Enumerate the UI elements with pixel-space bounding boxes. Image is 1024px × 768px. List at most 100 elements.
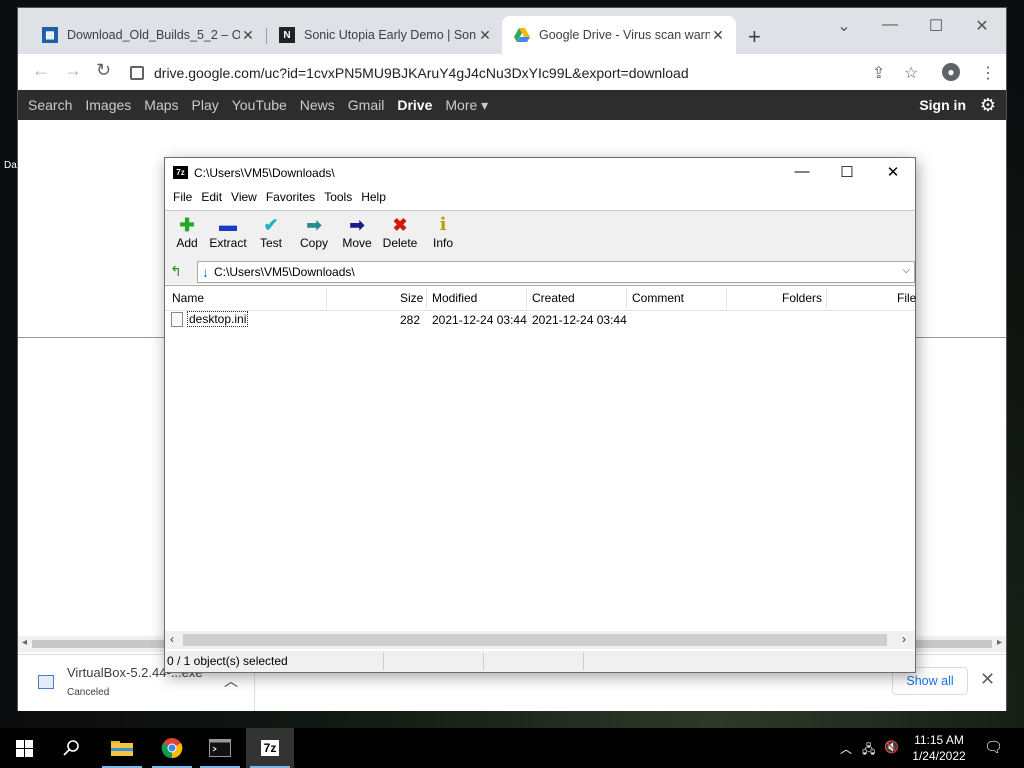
test-icon: ✔: [263, 215, 279, 235]
close-tab-icon[interactable]: ✕: [477, 27, 493, 44]
button-label: Delete: [382, 236, 418, 250]
dropdown-chevron-icon[interactable]: ⌵: [902, 265, 910, 276]
7zip-titlebar[interactable]: 7z C:\Users\VM5\Downloads\ — ☐ ✕: [165, 158, 915, 188]
notifications-icon[interactable]: 🗨: [984, 738, 1003, 756]
chevron-up-icon[interactable]: ︿: [224, 671, 238, 691]
reload-icon[interactable]: ↻: [96, 60, 111, 81]
installer-file-icon: [38, 675, 54, 689]
col-folders[interactable]: Folders: [782, 291, 822, 305]
bookmark-star-icon[interactable]: ☆: [904, 63, 918, 83]
col-name[interactable]: Name: [172, 291, 204, 305]
address-bar[interactable]: drive.google.com/uc?id=1cvxPN5MU9BJKAruY…: [130, 60, 975, 86]
col-files[interactable]: File: [897, 291, 916, 305]
delete-icon: ✖: [392, 215, 408, 235]
terminal-button[interactable]: [196, 728, 244, 768]
scroll-right-icon[interactable]: ▸: [997, 637, 1002, 648]
menu-favorites[interactable]: Favorites: [266, 188, 315, 208]
scrollbar-thumb[interactable]: [183, 634, 887, 646]
gbar-link-more[interactable]: More ▾: [445, 97, 488, 114]
scroll-right-icon[interactable]: ›: [902, 632, 906, 646]
file-explorer-button[interactable]: [98, 728, 146, 768]
button-label: Extract: [209, 236, 247, 250]
lock-icon[interactable]: [130, 66, 144, 80]
move-button[interactable]: ➡ Move: [335, 214, 379, 250]
start-button[interactable]: [0, 728, 48, 768]
7zip-taskbar-button[interactable]: 7z: [246, 728, 294, 768]
address-row: ↰ ↓ C:\Users\VM5\Downloads\ ⌵: [165, 259, 915, 284]
network-icon[interactable]: 🖧: [862, 740, 875, 761]
gbar-link-search[interactable]: Search: [28, 97, 72, 113]
col-created[interactable]: Created: [532, 291, 575, 305]
chrome-icon: [161, 738, 183, 759]
minimize-icon[interactable]: —: [876, 16, 904, 34]
minimize-icon[interactable]: —: [787, 163, 817, 180]
close-window-icon[interactable]: ✕: [968, 16, 996, 36]
col-comment[interactable]: Comment: [632, 291, 684, 305]
button-label: Info: [432, 236, 453, 250]
7zip-toolbar: ✚ Add ▬ Extract ✔ Test ➡ Copy ➡ Move ✖ D…: [165, 210, 915, 260]
file-name: desktop.ini: [187, 311, 249, 327]
clock[interactable]: 11:15 AM 1/24/2022: [906, 732, 972, 764]
file-size: 282: [400, 313, 421, 327]
folder-up-icon[interactable]: ↰: [170, 263, 186, 279]
scroll-left-icon[interactable]: ◂: [22, 637, 27, 648]
scroll-left-icon[interactable]: ‹: [170, 632, 174, 646]
menu-kebab-icon[interactable]: ⋮: [980, 63, 996, 83]
extract-button[interactable]: ▬ Extract: [206, 214, 250, 250]
tab-oracle[interactable]: ▦ Download_Old_Builds_5_2 – Ora ✕: [30, 16, 266, 54]
chrome-button[interactable]: [148, 728, 196, 768]
volume-muted-icon[interactable]: 🔇: [884, 740, 899, 754]
close-window-icon[interactable]: ✕: [878, 163, 908, 181]
tab-sonic[interactable]: N Sonic Utopia Early Demo | Sonic ✕: [267, 16, 503, 54]
col-size[interactable]: Size: [400, 291, 423, 305]
button-label: Copy: [299, 236, 328, 250]
new-tab-button[interactable]: +: [748, 24, 761, 50]
add-button[interactable]: ✚ Add: [165, 214, 209, 250]
7zip-logo-icon: 7z: [173, 166, 188, 179]
menu-view[interactable]: View: [231, 188, 257, 208]
copy-button[interactable]: ➡ Copy: [292, 214, 336, 250]
windows-logo-icon: [15, 739, 33, 757]
path-combobox[interactable]: ↓ C:\Users\VM5\Downloads\ ⌵: [197, 261, 915, 283]
info-button[interactable]: i Info: [421, 214, 465, 250]
menu-help[interactable]: Help: [361, 188, 386, 208]
7zip-window: 7z C:\Users\VM5\Downloads\ — ☐ ✕ File Ed…: [164, 157, 916, 673]
back-icon[interactable]: ←: [32, 60, 50, 81]
forward-icon[interactable]: →: [64, 60, 82, 81]
maximize-icon[interactable]: ☐: [922, 16, 950, 36]
menu-edit[interactable]: Edit: [201, 188, 222, 208]
menu-file[interactable]: File: [173, 188, 192, 208]
close-shelf-icon[interactable]: ✕: [980, 669, 995, 690]
horizontal-scrollbar[interactable]: ‹ ›: [165, 631, 915, 649]
browser-toolbar: ← → ↻ drive.google.com/uc?id=1cvxPN5MU9B…: [18, 54, 1006, 91]
taskbar: 7z ︿ 🖧 🔇 11:15 AM 1/24/2022 🗨: [0, 728, 1024, 768]
info-icon: i: [439, 214, 447, 235]
profile-avatar-icon[interactable]: ●: [942, 63, 960, 81]
gbar-link-youtube[interactable]: YouTube: [232, 97, 287, 113]
gbar-link-maps[interactable]: Maps: [144, 97, 178, 113]
maximize-icon[interactable]: ☐: [832, 163, 862, 181]
tab-google-drive[interactable]: Google Drive - Virus scan warnin ✕: [502, 16, 736, 54]
test-button[interactable]: ✔ Test: [249, 214, 293, 250]
search-button[interactable]: [48, 728, 96, 768]
delete-button[interactable]: ✖ Delete: [378, 214, 422, 250]
file-list[interactable]: Name Size Modified Created Comment Folde…: [165, 285, 916, 631]
search-icon: [63, 740, 79, 756]
clock-date: 1/24/2022: [912, 749, 966, 763]
close-tab-icon[interactable]: ✕: [240, 27, 256, 44]
gbar-link-drive[interactable]: Drive: [397, 97, 432, 113]
col-modified[interactable]: Modified: [432, 291, 477, 305]
tab-title: Google Drive - Virus scan warnin: [539, 28, 710, 42]
gbar-link-news[interactable]: News: [300, 97, 335, 113]
tab-search-icon[interactable]: ⌄: [830, 16, 858, 36]
gbar-link-images[interactable]: Images: [85, 97, 131, 113]
desktop-icon-label[interactable]: Da: [4, 160, 17, 171]
show-hidden-icons-icon[interactable]: ︿: [840, 740, 852, 757]
close-tab-icon[interactable]: ✕: [710, 27, 726, 44]
menu-tools[interactable]: Tools: [324, 188, 352, 208]
share-icon[interactable]: ⇪: [872, 63, 885, 83]
gbar-link-gmail[interactable]: Gmail: [348, 97, 385, 113]
gbar-link-play[interactable]: Play: [192, 97, 219, 113]
sign-in-link[interactable]: Sign in: [919, 97, 966, 113]
settings-gear-icon[interactable]: ⚙: [980, 95, 996, 116]
